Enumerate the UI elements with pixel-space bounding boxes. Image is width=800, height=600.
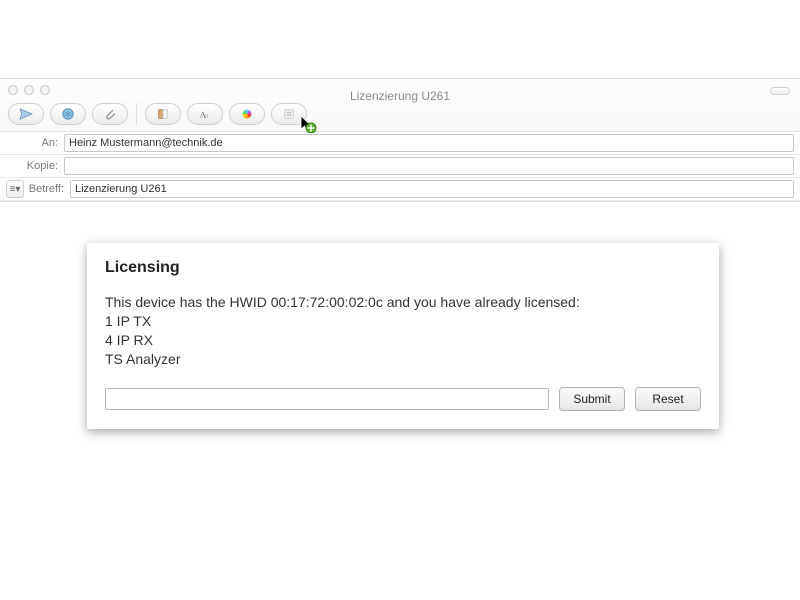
address-icon	[156, 107, 170, 121]
licensing-panel: Licensing This device has the HWID 00:17…	[87, 243, 719, 429]
licensing-intro: This device has the HWID 00:17:72:00:02:…	[105, 293, 701, 312]
color-button[interactable]	[229, 103, 265, 125]
license-item: TS Analyzer	[105, 350, 701, 369]
to-label: An:	[6, 137, 64, 149]
licensing-heading: Licensing	[105, 259, 701, 277]
cc-input[interactable]	[64, 157, 794, 175]
licensing-body: This device has the HWID 00:17:72:00:02:…	[105, 293, 701, 369]
send-icon	[19, 107, 33, 121]
license-item: 1 IP TX	[105, 312, 701, 331]
subject-input[interactable]	[70, 180, 794, 198]
cc-label: Kopie:	[6, 160, 64, 172]
fonts-button[interactable]: Aa	[187, 103, 223, 125]
submit-button[interactable]: Submit	[559, 387, 625, 411]
to-field-row: An:	[0, 132, 800, 155]
subject-label: Betreff:	[24, 183, 70, 195]
globe-icon	[61, 107, 75, 121]
mail-header-fields: An: Kopie: ≡▾ Betreff:	[0, 131, 800, 201]
fonts-icon: Aa	[198, 107, 212, 121]
mail-compose-window: Lizenzierung U261 Aa	[0, 78, 800, 202]
svg-text:a: a	[205, 112, 209, 120]
attach-icon	[103, 107, 117, 121]
to-input[interactable]	[64, 134, 794, 152]
license-key-input[interactable]	[105, 388, 549, 410]
fields-menu-toggle[interactable]: ≡▾	[6, 180, 24, 198]
list-icon	[282, 107, 296, 121]
toolbar-separator	[136, 103, 137, 125]
web-button[interactable]	[50, 103, 86, 125]
license-item: 4 IP RX	[105, 331, 701, 350]
subject-field-row: ≡▾ Betreff:	[0, 178, 800, 201]
send-button[interactable]	[8, 103, 44, 125]
list-button[interactable]	[271, 103, 307, 125]
mail-toolbar: Aa	[0, 99, 800, 131]
reset-button[interactable]: Reset	[635, 387, 701, 411]
attach-button[interactable]	[92, 103, 128, 125]
address-button[interactable]	[145, 103, 181, 125]
collapse-toolbar-button[interactable]	[770, 87, 790, 95]
cc-field-row: Kopie:	[0, 155, 800, 178]
licensing-form: Submit Reset	[105, 387, 701, 411]
color-icon	[240, 107, 254, 121]
